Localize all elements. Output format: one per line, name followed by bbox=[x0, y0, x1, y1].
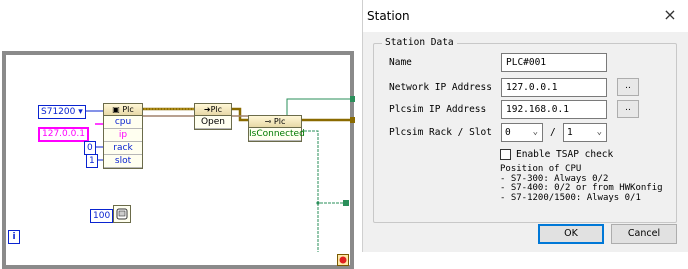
ok-button[interactable]: OK bbox=[538, 224, 604, 244]
cpu-position-note: Position of CPU - S7-300: Always 0/2 - S… bbox=[500, 164, 663, 203]
rack-terminal[interactable]: rack bbox=[104, 142, 142, 155]
stop-icon bbox=[339, 256, 347, 264]
wait-ms-constant[interactable]: 100 bbox=[90, 209, 114, 223]
plcsim-ip-field[interactable]: 192.168.0.1 bbox=[501, 100, 607, 119]
group-label: Station Data bbox=[382, 37, 457, 48]
create-plc-node[interactable]: ▣ Plc cpu ip rack slot bbox=[103, 103, 143, 169]
slot-terminal[interactable]: slot bbox=[104, 155, 142, 168]
network-ip-browse-button[interactable]: .. bbox=[617, 78, 639, 96]
name-field[interactable]: PLC#001 bbox=[501, 53, 607, 72]
chevron-down-icon: ⌄ bbox=[532, 127, 538, 137]
cpu-type-constant[interactable]: S71200 ▾ bbox=[38, 105, 86, 119]
dialog-title: Station bbox=[367, 9, 410, 23]
name-label: Name bbox=[389, 57, 412, 68]
network-ip-field[interactable]: 127.0.0.1 bbox=[501, 78, 607, 97]
iteration-terminal: i bbox=[8, 230, 20, 244]
rack-constant[interactable]: 0 bbox=[84, 141, 96, 155]
cpu-terminal[interactable]: cpu bbox=[104, 116, 142, 129]
slot-separator: / bbox=[550, 127, 556, 138]
plcsim-ip-label: Plcsim IP Address bbox=[389, 104, 487, 115]
open-method[interactable]: Open bbox=[195, 116, 231, 129]
isconnected-node[interactable]: ⊸ Plc IsConnected bbox=[248, 115, 305, 142]
network-ip-label: Network IP Address bbox=[389, 82, 492, 93]
slot-select[interactable]: 1 ⌄ bbox=[563, 123, 607, 142]
arrow-right-icon: ➜ bbox=[203, 105, 211, 114]
isconnected-property[interactable]: IsConnected bbox=[249, 128, 305, 141]
close-icon[interactable]: × bbox=[661, 6, 679, 24]
wait-timer-node[interactable] bbox=[113, 205, 131, 223]
tsap-label[interactable]: Enable TSAP check bbox=[516, 149, 613, 160]
block-diagram: S71200 ▾ 127.0.0.1 0 1 ▣ Plc cpu ip rack… bbox=[0, 0, 362, 269]
ip-string-constant[interactable]: 127.0.0.1 bbox=[38, 127, 89, 142]
station-dialog: Station × Station Data Name PLC#001 Netw… bbox=[362, 0, 688, 252]
plcsim-ip-browse-button[interactable]: .. bbox=[617, 100, 639, 118]
plc-object-icon: ▣ bbox=[112, 105, 120, 114]
slot-constant[interactable]: 1 bbox=[86, 154, 98, 168]
clock-icon bbox=[116, 208, 128, 220]
while-loop-frame[interactable] bbox=[2, 51, 354, 269]
chevron-down-icon: ⌄ bbox=[596, 127, 602, 137]
dropdown-arrow-icon: ▾ bbox=[78, 107, 83, 117]
rack-slot-label: Plcsim Rack / Slot bbox=[389, 127, 492, 138]
connector-icon: ⊸ bbox=[264, 117, 272, 126]
ip-terminal[interactable]: ip bbox=[104, 129, 142, 142]
tsap-checkbox[interactable] bbox=[500, 149, 511, 160]
cancel-button[interactable]: Cancel bbox=[611, 224, 677, 244]
dialog-title-bar[interactable]: Station × bbox=[363, 0, 688, 32]
open-node[interactable]: ➜Plc Open bbox=[194, 103, 232, 130]
rack-select[interactable]: 0 ⌄ bbox=[501, 123, 543, 142]
